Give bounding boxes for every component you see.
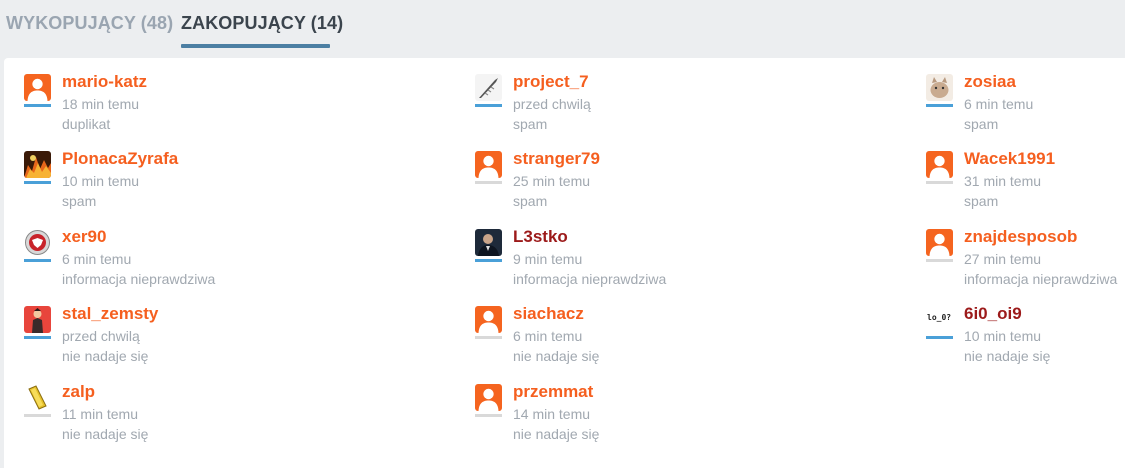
buriers-panel: mario-katz 18 min temu duplikat PlonacaZ… <box>4 58 1125 468</box>
gender-indicator <box>926 336 953 339</box>
gender-indicator <box>926 104 953 107</box>
default-user-icon[interactable] <box>926 151 953 178</box>
default-user-icon[interactable] <box>24 74 51 101</box>
bury-time: przed chwilą <box>62 328 140 344</box>
gender-indicator <box>24 336 51 339</box>
burier-username[interactable]: 6i0_oi9 <box>964 304 1022 324</box>
gender-indicator <box>475 104 502 107</box>
burier-username[interactable]: zalp <box>62 382 95 402</box>
bury-time: 10 min temu <box>62 173 140 189</box>
burier-username[interactable]: siachacz <box>513 304 584 324</box>
burier-entry: mario-katz 18 min temu duplikat <box>24 72 354 142</box>
default-user-icon[interactable] <box>475 306 502 333</box>
burier-entry: project_7 przed chwilą spam <box>475 72 805 142</box>
burier-entry: PlonacaZyrafa 10 min temu spam <box>24 149 354 219</box>
burier-username[interactable]: przemmat <box>513 382 593 402</box>
tab-bar: WYKOPUJĄCY (48) ZAKOPUJĄCY (14) <box>0 0 1125 56</box>
bury-time: 31 min temu <box>964 173 1042 189</box>
burier-entry: przemmat 14 min temu nie nadaje się <box>475 382 805 452</box>
bury-time: 9 min temu <box>513 251 583 267</box>
portrait-avatar[interactable] <box>475 229 502 256</box>
burier-username[interactable]: Wacek1991 <box>964 149 1055 169</box>
gender-indicator <box>24 259 51 262</box>
gender-indicator <box>24 414 51 417</box>
bury-reason: spam <box>62 193 97 209</box>
default-user-icon[interactable] <box>475 151 502 178</box>
tab-buriers[interactable]: ZAKOPUJĄCY (14) <box>181 13 343 34</box>
burier-entry: Wacek1991 31 min temu spam <box>926 149 1125 219</box>
burier-entry: siachacz 6 min temu nie nadaje się <box>475 304 805 374</box>
gender-indicator <box>475 414 502 417</box>
burier-username[interactable]: zosiaa <box>964 72 1016 92</box>
eagle-emblem-avatar[interactable] <box>24 229 51 256</box>
bury-reason: spam <box>964 193 999 209</box>
gender-indicator <box>926 181 953 184</box>
cat-avatar[interactable] <box>926 74 953 101</box>
gender-indicator <box>475 181 502 184</box>
bury-reason: nie nadaje się <box>513 426 600 442</box>
bury-reason: spam <box>513 193 548 209</box>
burier-username[interactable]: project_7 <box>513 72 589 92</box>
bury-reason: informacja nieprawdziwa <box>513 271 667 287</box>
bury-reason: duplikat <box>62 116 111 132</box>
bury-time: przed chwilą <box>513 96 591 112</box>
bury-reason: nie nadaje się <box>513 348 600 364</box>
burier-username[interactable]: L3stko <box>513 227 568 247</box>
gender-indicator <box>475 259 502 262</box>
gender-indicator <box>24 181 51 184</box>
active-tab-indicator <box>181 44 330 48</box>
text-logo-avatar[interactable]: lo_0? <box>926 306 953 333</box>
bury-time: 14 min temu <box>513 406 591 422</box>
bury-time: 6 min temu <box>513 328 583 344</box>
burier-username[interactable]: stal_zemsty <box>62 304 158 324</box>
bury-time: 27 min temu <box>964 251 1042 267</box>
quill-avatar[interactable] <box>475 74 502 101</box>
character-avatar[interactable] <box>24 306 51 333</box>
burier-entry: xer90 6 min temu informacja nieprawdziwa <box>24 227 354 297</box>
burier-username[interactable]: mario-katz <box>62 72 147 92</box>
bury-reason: nie nadaje się <box>62 348 149 364</box>
burier-entry: stal_zemsty przed chwilą nie nadaje się <box>24 304 354 374</box>
fiery-avatar[interactable] <box>24 151 51 178</box>
bury-reason: informacja nieprawdziwa <box>62 271 216 287</box>
burier-entry: stranger79 25 min temu spam <box>475 149 805 219</box>
bury-reason: nie nadaje się <box>964 348 1051 364</box>
burier-entry: zosiaa 6 min temu spam <box>926 72 1125 142</box>
gender-indicator <box>475 336 502 339</box>
burier-username[interactable]: PlonacaZyrafa <box>62 149 178 169</box>
bury-time: 25 min temu <box>513 173 591 189</box>
burier-entry: lo_0? 6i0_oi9 10 min temu nie nadaje się <box>926 304 1125 374</box>
avatar-logo-text: lo_0? <box>927 313 952 322</box>
burier-username[interactable]: znajdesposob <box>964 227 1077 247</box>
bury-reason: spam <box>513 116 548 132</box>
bury-time: 6 min temu <box>964 96 1034 112</box>
tab-diggers[interactable]: WYKOPUJĄCY (48) <box>6 13 173 34</box>
bury-time: 6 min temu <box>62 251 132 267</box>
burier-entry: L3stko 9 min temu informacja nieprawdziw… <box>475 227 805 297</box>
gender-indicator <box>926 259 953 262</box>
bury-time: 10 min temu <box>964 328 1042 344</box>
burier-username[interactable]: stranger79 <box>513 149 600 169</box>
burier-username[interactable]: xer90 <box>62 227 106 247</box>
bury-reason: informacja nieprawdziwa <box>964 271 1118 287</box>
bury-reason: spam <box>964 116 999 132</box>
bury-time: 18 min temu <box>62 96 140 112</box>
burier-entry: znajdesposob 27 min temu informacja niep… <box>926 227 1125 297</box>
burier-entry: zalp 11 min temu nie nadaje się <box>24 382 354 452</box>
bury-reason: nie nadaje się <box>62 426 149 442</box>
gender-indicator <box>24 104 51 107</box>
bury-time: 11 min temu <box>62 406 138 422</box>
gold-bar-avatar[interactable] <box>24 384 51 411</box>
default-user-icon[interactable] <box>475 384 502 411</box>
default-user-icon[interactable] <box>926 229 953 256</box>
